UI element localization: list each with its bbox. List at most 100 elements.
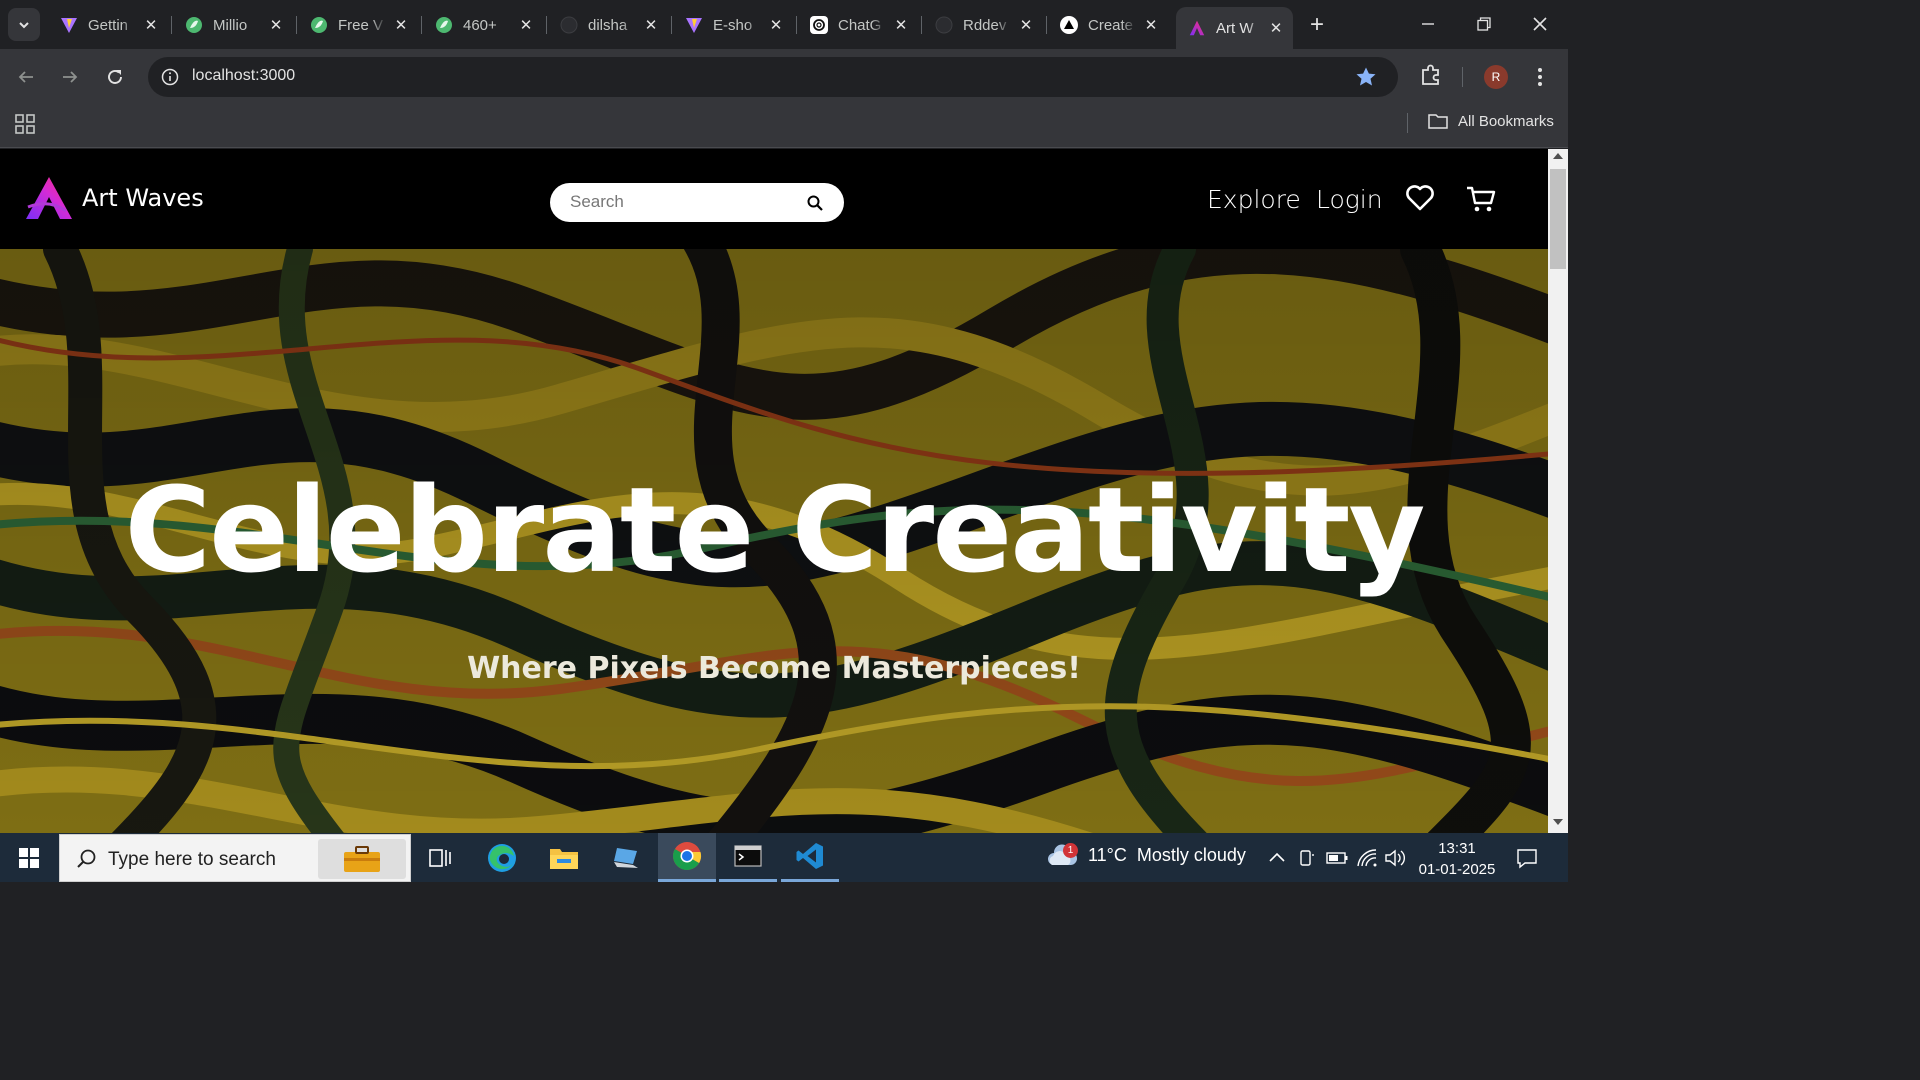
- browser-tab[interactable]: E-sho ✕: [673, 7, 793, 43]
- folder-icon: [1428, 114, 1448, 129]
- battery-icon[interactable]: [1326, 850, 1348, 866]
- taskbar-file-explorer[interactable]: [535, 833, 593, 882]
- minimize-button[interactable]: [1405, 6, 1451, 42]
- browser-tab[interactable]: Gettin ✕: [48, 7, 168, 43]
- wifi-icon[interactable]: [1356, 848, 1378, 868]
- tab-title: Create: [1088, 16, 1134, 34]
- taskbar-terminal[interactable]: [719, 833, 777, 882]
- new-tab-button[interactable]: +: [1304, 11, 1330, 38]
- weather-temperature: 11°C: [1088, 844, 1127, 865]
- hero-title: Celebrate Creativity: [124, 461, 1426, 599]
- address-bar[interactable]: localhost:3000: [148, 57, 1398, 97]
- start-button[interactable]: [0, 833, 58, 882]
- browser-tab[interactable]: Free V ✕: [298, 7, 418, 43]
- profile-avatar[interactable]: R: [1484, 65, 1508, 89]
- close-tab-icon[interactable]: ✕: [142, 16, 160, 34]
- notification-center-icon[interactable]: [1516, 847, 1538, 869]
- forward-button[interactable]: [54, 61, 86, 93]
- tab-title: Free V: [338, 16, 384, 34]
- vite-icon: [685, 16, 703, 34]
- tab-divider: [171, 16, 172, 34]
- tab-title: 460+: [463, 16, 497, 34]
- back-button[interactable]: [10, 61, 42, 93]
- kebab-menu-icon[interactable]: [1530, 65, 1550, 89]
- chevron-down-icon: [19, 21, 29, 28]
- task-view-button[interactable]: [411, 833, 469, 882]
- chevron-up-icon[interactable]: [1268, 851, 1286, 863]
- browser-tab[interactable]: Rddev ✕: [923, 7, 1043, 43]
- page-viewport: Art Waves Explore Login: [0, 149, 1568, 833]
- close-tab-icon[interactable]: ✕: [392, 16, 410, 34]
- apps-grid-icon[interactable]: [15, 114, 35, 134]
- nav-login-link[interactable]: Login: [1316, 185, 1383, 214]
- tab-divider: [546, 16, 547, 34]
- nav-explore-link[interactable]: Explore: [1207, 185, 1301, 214]
- close-tab-icon[interactable]: ✕: [1267, 19, 1285, 37]
- close-tab-icon[interactable]: ✕: [1142, 16, 1160, 34]
- reload-button[interactable]: [99, 61, 131, 93]
- all-bookmarks-button[interactable]: All Bookmarks: [1428, 112, 1554, 130]
- close-tab-icon[interactable]: ✕: [767, 16, 785, 34]
- site-search-bar[interactable]: [550, 183, 844, 222]
- taskbar-search-box[interactable]: Type here to search: [59, 834, 411, 882]
- tab-title: Rddev: [963, 16, 1007, 34]
- vscode-icon: [796, 843, 823, 869]
- taskbar-vscode[interactable]: [781, 833, 839, 882]
- browser-toolbar: localhost:3000 R: [0, 49, 1568, 105]
- browser-tab[interactable]: 460+ ✕: [423, 7, 543, 43]
- file-explorer-icon: [550, 848, 578, 869]
- clock-time: 13:31: [1438, 840, 1476, 857]
- close-window-button[interactable]: [1517, 6, 1563, 42]
- green-leaf-icon: [435, 16, 453, 34]
- arrow-right-icon: [63, 71, 78, 83]
- close-tab-icon[interactable]: ✕: [1017, 16, 1035, 34]
- vite-icon: [60, 16, 78, 34]
- meet-now-icon[interactable]: [1298, 849, 1316, 867]
- extensions-icon[interactable]: [1418, 62, 1444, 88]
- taskbar-edge[interactable]: [473, 833, 531, 882]
- tab-search-button[interactable]: [8, 8, 40, 41]
- arrow-left-icon: [18, 71, 33, 83]
- taskbar-chrome[interactable]: [658, 833, 716, 882]
- close-tab-icon[interactable]: ✕: [642, 16, 660, 34]
- scroll-down-arrow-icon[interactable]: [1553, 819, 1563, 825]
- volume-icon[interactable]: [1384, 848, 1406, 868]
- url-text[interactable]: localhost:3000: [192, 67, 295, 85]
- terminal-icon: [734, 845, 762, 867]
- search-icon[interactable]: [806, 194, 824, 212]
- browser-tab[interactable]: Millio ✕: [173, 7, 293, 43]
- weather-condition: Mostly cloudy: [1136, 844, 1246, 865]
- search-icon: [77, 849, 96, 868]
- scrollbar-thumb[interactable]: [1550, 169, 1566, 269]
- browser-tab[interactable]: ChatG ✕: [798, 7, 918, 43]
- github-icon: [560, 16, 578, 34]
- heart-icon[interactable]: [1405, 184, 1435, 212]
- taskbar-app[interactable]: [597, 833, 655, 882]
- close-tab-icon[interactable]: ✕: [892, 16, 910, 34]
- minimize-icon: [1422, 23, 1434, 25]
- brand-logo[interactable]: Art Waves: [26, 177, 204, 219]
- site-search-input[interactable]: [570, 192, 800, 212]
- reload-icon: [108, 70, 122, 84]
- browser-tab-active[interactable]: Art W ✕: [1176, 7, 1293, 49]
- search-highlight-briefcase-icon[interactable]: [318, 839, 406, 879]
- browser-tab[interactable]: Create ✕: [1048, 7, 1168, 43]
- close-tab-icon[interactable]: ✕: [267, 16, 285, 34]
- windows-taskbar: Type here to search 11°C Mostly cloudy 1…: [0, 833, 1568, 882]
- tab-divider: [671, 16, 672, 34]
- tab-divider: [921, 16, 922, 34]
- taskbar-clock[interactable]: 13:31 01-01-2025: [1414, 838, 1500, 880]
- page-scrollbar[interactable]: [1548, 149, 1568, 833]
- hero-section: Celebrate Creativity Where Pixels Become…: [0, 249, 1548, 833]
- github-icon: [935, 16, 953, 34]
- restore-button[interactable]: [1461, 6, 1507, 42]
- browser-tab[interactable]: dilsha ✕: [548, 7, 668, 43]
- taskbar-search-placeholder: Type here to search: [108, 849, 276, 870]
- scroll-up-arrow-icon[interactable]: [1553, 153, 1563, 159]
- cart-icon[interactable]: [1465, 184, 1497, 214]
- bookmark-star-icon[interactable]: [1354, 65, 1378, 89]
- close-tab-icon[interactable]: ✕: [517, 16, 535, 34]
- toolbar-divider: [1462, 67, 1463, 87]
- edge-icon: [488, 843, 516, 872]
- site-info-icon[interactable]: [160, 67, 180, 87]
